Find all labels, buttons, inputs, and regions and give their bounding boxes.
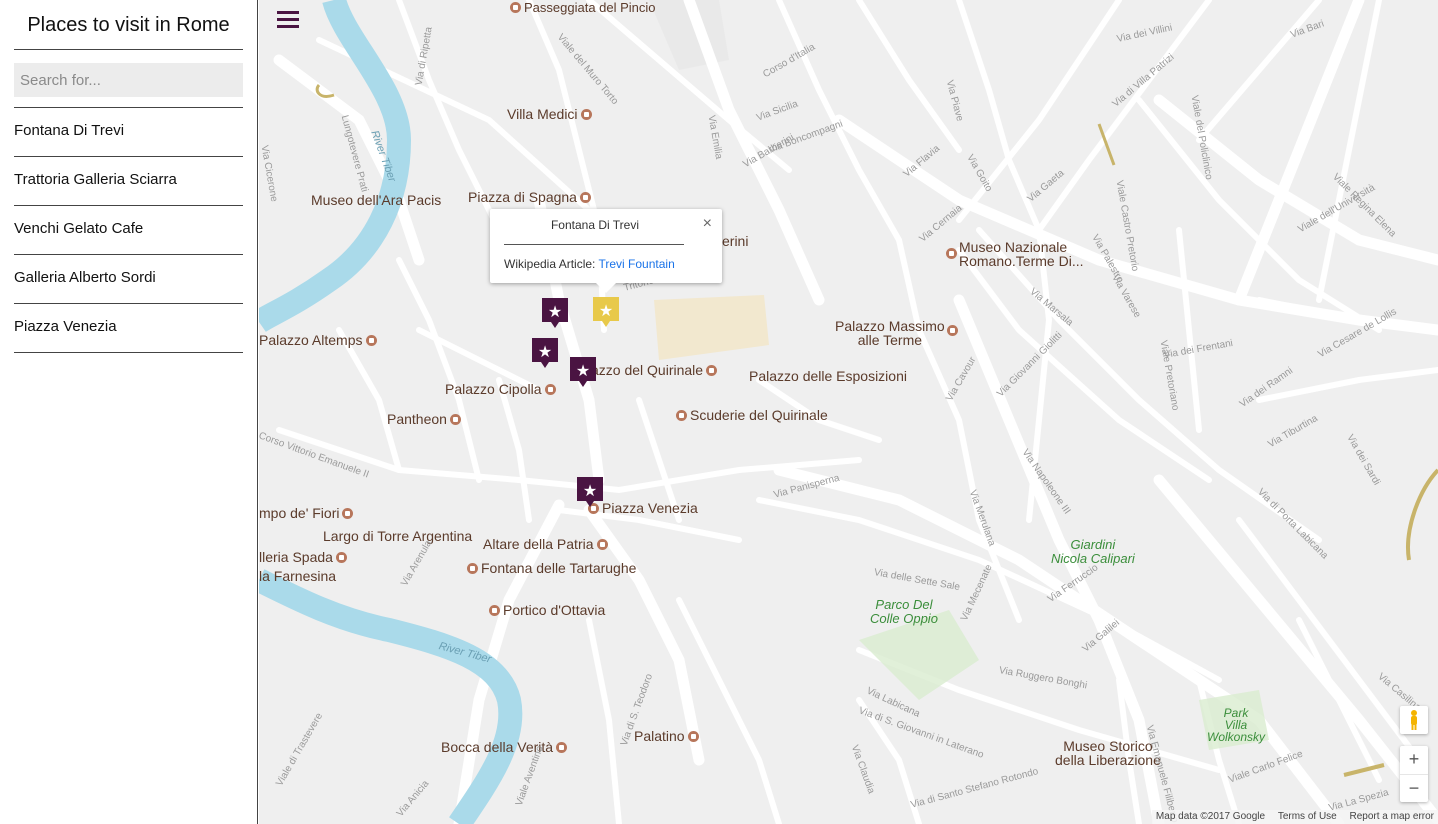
poi-icon [556,741,568,753]
label-pantheon: Pantheon [387,411,464,427]
label-villa-medici: Villa Medici [507,106,595,122]
park-label-colle-oppio: Parco Del Colle Oppio [870,597,938,626]
label-palazzo-cipolla: Palazzo Cipolla [445,381,559,397]
info-window: Fontana Di Trevi × Wikipedia Article: Tr… [490,209,722,293]
label-farnesina: la Farnesina [259,568,337,584]
poi-icon [706,364,718,376]
label-palazzo-massimo: Palazzo Massimo alle Terme [835,319,958,347]
poi-icon [342,507,354,519]
place-item-galleria-alberto-sordi[interactable]: Galleria Alberto Sordi [14,255,243,304]
map-data-credit: Map data ©2017 Google [1155,811,1266,822]
poi-icon [510,2,521,14]
zoom-in-button[interactable]: + [1400,746,1428,775]
label-palatino: Palatino [634,728,702,744]
place-item-piazza-venezia[interactable]: Piazza Venezia [14,304,243,353]
label-bocca-della-verita: Bocca della Verità [441,739,570,755]
marker-piazza-venezia[interactable]: ★ [577,477,603,507]
map[interactable]: Villa Medici Passeggiata del Pincio Muse… [259,0,1438,824]
hamburger-menu-icon[interactable] [277,8,299,32]
svg-text:★: ★ [538,342,552,361]
svg-text:★: ★ [576,361,590,380]
poi-icon [580,108,592,120]
street-view-pegman-icon[interactable] [1400,706,1428,734]
label-palazzo-delle-esposizioni: Palazzo delle Esposizioni [749,368,907,384]
label-museo-storico: Museo Storico della Liberazione [1055,738,1161,768]
label-pincio: Passeggiata del Pincio [507,0,656,15]
svg-text:★: ★ [548,302,562,321]
poi-icon [544,383,556,395]
label-fontana-delle-tartarughe: Fontana delle Tartarughe [464,560,636,576]
label-campo-de-fiori: mpo de' Fiori [259,505,356,521]
label-erini: erini [722,233,749,249]
svg-text:★: ★ [599,301,613,320]
park-label-wolkonsky: Park Villa Wolkonsky [1207,706,1266,744]
poi-icon [449,413,461,425]
zoom-out-button[interactable]: − [1400,775,1428,803]
label-museo-ara-pacis: Museo dell'Ara Pacis [311,192,442,208]
label-palazzo-altemps: Palazzo Altemps [259,332,380,348]
info-window-body: Wikipedia Article: Trevi Fountain [504,257,675,271]
info-window-prefix: Wikipedia Article: [504,257,599,271]
poi-icon [335,551,347,563]
map-attribution: Map data ©2017 Google Terms of Use Repor… [1151,810,1438,824]
place-item-venchi-gelato-cafe[interactable]: Venchi Gelato Cafe [14,206,243,255]
svg-text:★: ★ [583,481,597,500]
place-item-fontana-di-trevi[interactable]: Fontana Di Trevi [14,108,243,157]
marker-fontana-di-trevi-selected[interactable]: ★ [593,297,619,327]
label-piazza-di-spagna: Piazza di Spagna [468,189,594,205]
label-galleria-spada: lleria Spada [259,549,350,565]
zoom-control: + − [1400,746,1428,802]
label-museo-nazionale-romano: Museo Nazionale Romano.Terme Di... [946,240,1083,268]
place-item-trattoria-galleria-sciarra[interactable]: Trattoria Galleria Sciarra [14,157,243,206]
poi-icon [365,334,377,346]
place-list: Fontana Di Trevi Trattoria Galleria Scia… [14,108,243,353]
marker-venchi-gelato-cafe[interactable]: ★ [532,338,558,368]
divider [504,244,684,245]
terms-of-use-link[interactable]: Terms of Use [1278,811,1337,822]
report-map-error-link[interactable]: Report a map error [1350,811,1434,822]
poi-icon [489,604,500,616]
label-palazzo-del-quirinale: azzo del Quirinale [591,362,720,378]
poi-icon [946,248,957,259]
search-input[interactable] [14,63,243,97]
info-window-title: Fontana Di Trevi [550,218,640,232]
marker-trattoria-galleria-sciarra[interactable]: ★ [542,298,568,328]
close-icon[interactable]: × [703,215,712,233]
poi-icon [676,409,687,421]
marker-galleria-alberto-sordi[interactable]: ★ [570,357,596,387]
poi-icon [946,325,958,336]
label-scuderie-del-quirinale: Scuderie del Quirinale [673,407,828,423]
poi-icon [579,191,591,203]
poi-icon [687,730,699,742]
wikipedia-link[interactable]: Trevi Fountain [598,257,674,271]
label-altare-della-patria: Altare della Patria [483,536,611,552]
poi-icon [467,562,478,574]
poi-icon [596,538,608,550]
label-portico-d-ottavia: Portico d'Ottavia [486,602,605,618]
label-largo-di-torre-argentina: Largo di Torre Argentina [323,528,473,544]
sidebar-title: Places to visit in Rome [14,0,243,50]
sidebar: Places to visit in Rome Fontana Di Trevi… [0,0,258,824]
